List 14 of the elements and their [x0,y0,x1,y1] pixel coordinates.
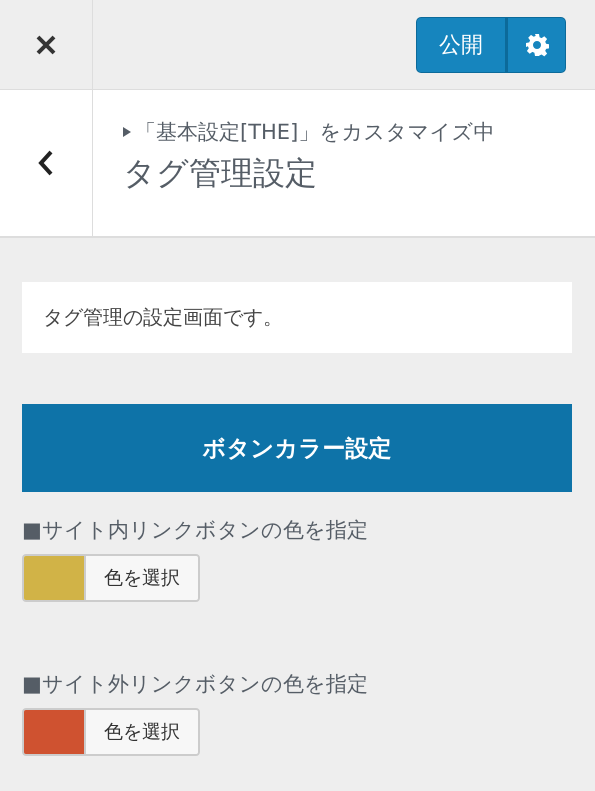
triangle-icon [123,127,131,137]
color-picker-button[interactable]: 色を選択 [22,708,200,756]
back-icon[interactable] [38,149,54,177]
breadcrumb: 「基本設定[THE]」をカスタマイズ中 [135,119,494,146]
panel-title: タグ管理設定 [123,153,318,194]
description: タグ管理の設定画面です。 [22,282,572,353]
color-picker-button[interactable]: 色を選択 [22,554,200,602]
control-label: ■サイト外リンクボタンの色を指定 [22,671,369,698]
settings-icon [524,32,548,56]
section-heading: ボタンカラー設定 [22,404,572,492]
settings-button[interactable] [506,16,566,72]
publish-button[interactable]: 公開 [416,16,506,72]
control-label: ■サイト内リンクボタンの色を指定 [22,517,369,544]
close-icon[interactable] [35,34,57,56]
